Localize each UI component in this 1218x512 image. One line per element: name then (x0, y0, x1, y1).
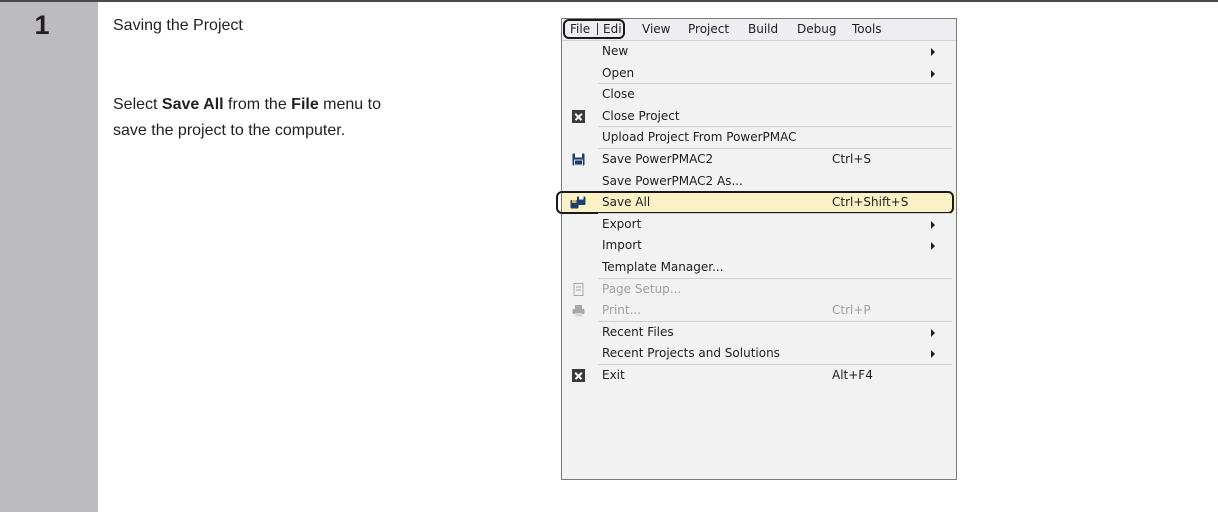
close-project-icon (572, 109, 585, 123)
menu-project[interactable]: Project (688, 22, 729, 37)
menu-item-page-setup[interactable]: Page Setup... (562, 279, 956, 301)
menu-view[interactable]: View (642, 22, 670, 37)
menu-tools[interactable]: Tools (852, 22, 882, 37)
submenu-arrow-icon (931, 350, 935, 359)
menu-item-save-powerpmac2[interactable]: Save PowerPMAC2 Ctrl+S (562, 149, 956, 171)
save-all-callout-box (556, 191, 954, 215)
step-description: Select Save All from the File menu to sa… (113, 96, 381, 139)
submenu-arrow-icon (931, 69, 935, 78)
menu-item-recent-projects[interactable]: Recent Projects and Solutions (562, 343, 956, 365)
menu-debug[interactable]: Debug (797, 22, 836, 37)
file-menu-dropdown: New Open Close Close Project Upload Proj… (556, 41, 956, 387)
menu-item-save-powerpmac2-as[interactable]: Save PowerPMAC2 As... (562, 171, 956, 193)
menu-item-print[interactable]: Print... Ctrl+P (562, 300, 956, 322)
step-column (0, 2, 98, 512)
submenu-arrow-icon (931, 242, 935, 251)
menu-build[interactable]: Build (748, 22, 778, 37)
menu-item-new[interactable]: New (562, 41, 956, 63)
step-number: 1 (34, 10, 50, 40)
printer-icon (572, 305, 585, 317)
submenu-arrow-icon (931, 328, 935, 337)
step-title: Saving the Project (113, 17, 243, 34)
floppy-disk-icon (572, 153, 585, 166)
menu-item-template-manager[interactable]: Template Manager... (562, 257, 956, 279)
file-menu-screenshot: File Edit View Project Build Debug Tools… (556, 18, 957, 480)
menu-bar: File Edit View Project Build Debug Tools (562, 19, 956, 41)
file-menu-callout-box (563, 19, 625, 39)
menu-item-open[interactable]: Open (562, 63, 956, 85)
menu-item-upload-project[interactable]: Upload Project From PowerPMAC (562, 127, 956, 149)
top-rule (0, 0, 1218, 2)
menu-item-save-all[interactable]: Save All Ctrl+Shift+S (556, 191, 956, 215)
submenu-arrow-icon (931, 220, 935, 229)
exit-icon (572, 368, 585, 382)
menu-item-close-project[interactable]: Close Project (562, 106, 956, 128)
menu-item-import[interactable]: Import (562, 235, 956, 257)
menu-item-recent-files[interactable]: Recent Files (562, 322, 956, 344)
submenu-arrow-icon (931, 48, 935, 56)
menu-item-exit[interactable]: Exit Alt+F4 (562, 365, 956, 387)
page-setup-icon (573, 282, 584, 296)
menu-item-close[interactable]: Close (562, 84, 956, 106)
menu-item-export[interactable]: Export (562, 214, 956, 236)
